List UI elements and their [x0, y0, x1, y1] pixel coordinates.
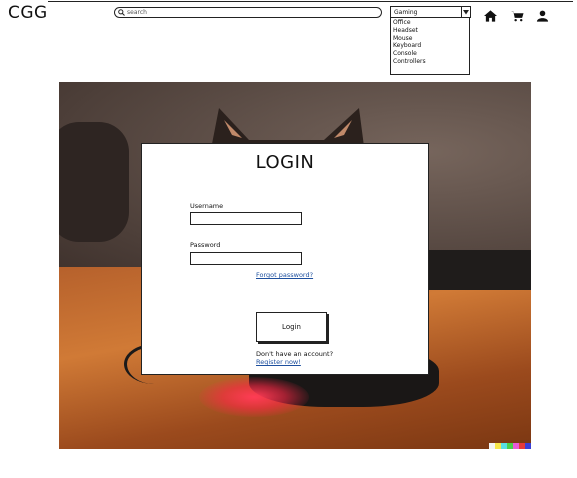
category-option-keyboard[interactable]: Keyboard — [393, 42, 467, 50]
search-bar[interactable] — [114, 7, 382, 18]
login-button[interactable]: Login — [256, 312, 327, 342]
site-logo[interactable]: CGG — [8, 3, 48, 23]
category-options-list: Office Headset Mouse Keyboard Console Co… — [390, 18, 470, 75]
category-option-console[interactable]: Console — [393, 50, 467, 58]
category-selected-value: Gaming — [394, 8, 418, 16]
category-option-headset[interactable]: Headset — [393, 27, 467, 35]
login-card: LOGIN Username Password Forgot password?… — [141, 143, 429, 375]
category-dropdown[interactable]: Gaming Office Headset Mouse Keyboard Con… — [390, 6, 471, 75]
home-icon[interactable] — [484, 7, 497, 22]
forgot-password-link[interactable]: Forgot password? — [256, 271, 313, 279]
category-select[interactable]: Gaming — [390, 6, 471, 18]
search-input[interactable] — [127, 8, 381, 17]
register-link[interactable]: Register now! — [256, 358, 301, 366]
username-field[interactable] — [190, 212, 302, 225]
header-top-rule — [48, 1, 573, 2]
category-option-office[interactable]: Office — [393, 19, 467, 27]
category-option-controllers[interactable]: Controllers — [393, 58, 467, 66]
cart-icon[interactable] — [511, 7, 524, 22]
color-swatches — [489, 443, 531, 449]
username-label: Username — [190, 202, 224, 210]
category-option-mouse[interactable]: Mouse — [393, 35, 467, 43]
password-label: Password — [190, 241, 221, 249]
search-icon — [118, 9, 125, 16]
password-field[interactable] — [190, 252, 302, 265]
user-icon[interactable] — [536, 7, 549, 22]
no-account-text: Don't have an account? — [256, 350, 334, 358]
chevron-down-icon[interactable] — [461, 7, 470, 17]
login-title: LOGIN — [255, 152, 315, 173]
